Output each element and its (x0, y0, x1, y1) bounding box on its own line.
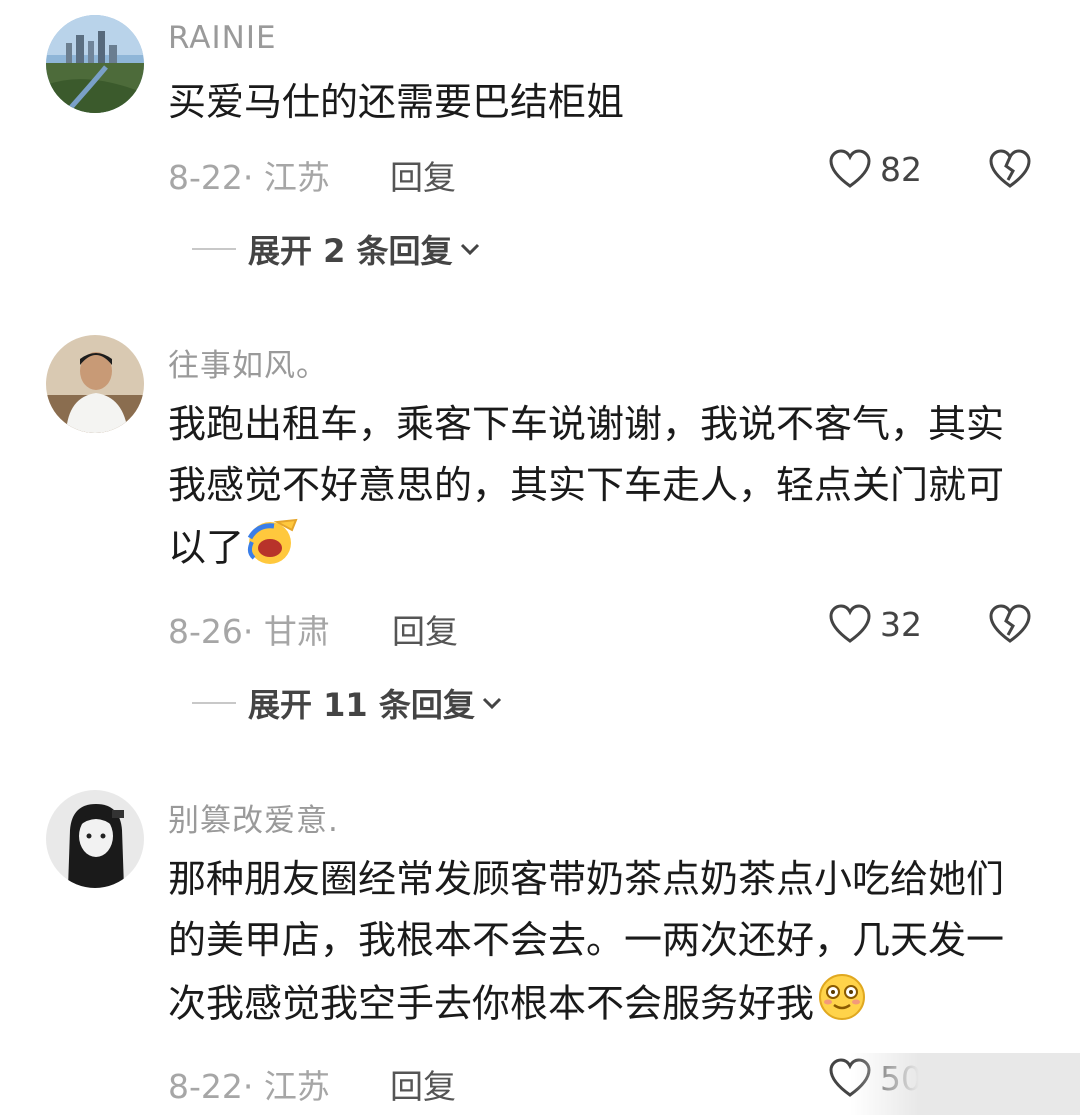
watermark-overlay (850, 1053, 1080, 1115)
broken-heart-icon (989, 604, 1031, 643)
like-button[interactable]: 32 (828, 603, 922, 645)
avatar[interactable] (46, 335, 144, 433)
divider-line (192, 248, 236, 250)
username[interactable]: RAINIE (168, 20, 277, 56)
chevron-down-icon (460, 243, 479, 256)
heart-outline-icon (829, 604, 871, 643)
laughing-crying-emoji (244, 516, 300, 584)
broken-heart-icon (989, 149, 1031, 188)
heart-outline-icon (829, 149, 871, 188)
date-location: 8-26· 甘肃 (168, 612, 330, 651)
avatar[interactable] (46, 790, 144, 888)
like-count: 82 (880, 149, 922, 189)
comment-text-content: 那种朋友圈经常发顾客带奶茶点奶茶点小吃给她们的美甲店，我根本不会去。一两次还好，… (168, 857, 1005, 1026)
divider-line (192, 702, 236, 704)
chevron-down-icon (482, 697, 501, 710)
reply-button[interactable]: 回复 (390, 151, 456, 199)
comment-text: 买爱马仕的还需要巴结柜姐 (168, 80, 625, 124)
comment-text: 我跑出租车，乘客下车说谢谢，我说不客气，其实我感觉不好意思的，其实下车走人，轻点… (168, 394, 1038, 584)
expand-label: 展开 2 条回复 (248, 232, 453, 270)
expand-replies-button[interactable]: 展开 2 条回复 (192, 226, 481, 272)
date-location: 8-22· 江苏 (168, 1067, 330, 1106)
username[interactable]: 别篡改爱意. (168, 795, 339, 840)
expand-label: 展开 11 条回复 (248, 686, 475, 724)
expand-replies-button[interactable]: 展开 11 条回复 (192, 680, 503, 726)
dislike-button[interactable] (988, 603, 1032, 649)
like-count: 32 (880, 604, 922, 644)
reply-button[interactable]: 回复 (392, 605, 458, 653)
avatar[interactable] (46, 15, 144, 113)
date-location: 8-22· 江苏 (168, 158, 330, 197)
like-button[interactable]: 82 (828, 148, 922, 190)
reply-button[interactable]: 回复 (390, 1060, 456, 1108)
dislike-button[interactable] (988, 148, 1032, 194)
flushed-smile-emoji (814, 971, 870, 1041)
comment-text: 那种朋友圈经常发顾客带奶茶点奶茶点小吃给她们的美甲店，我根本不会去。一两次还好，… (168, 849, 1038, 1041)
username[interactable]: 往事如风。 (168, 340, 328, 385)
